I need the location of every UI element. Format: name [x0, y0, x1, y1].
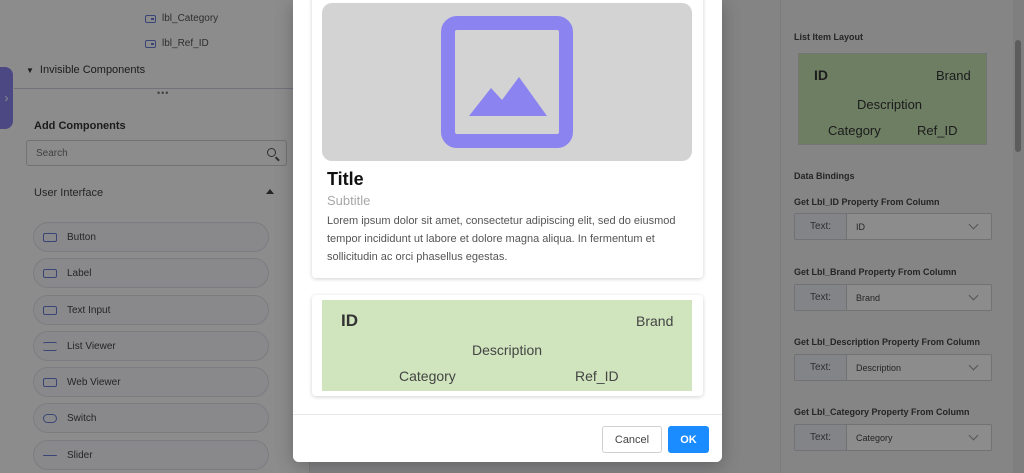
card2-description-label: Description — [472, 342, 543, 358]
card2-brand-label: Brand — [636, 313, 674, 329]
dialog-footer: Cancel OK — [293, 414, 722, 462]
card2-category-label: Category — [399, 368, 456, 384]
card-title: Title — [327, 169, 364, 189]
card-subtitle: Subtitle — [327, 193, 371, 208]
card-image-placeholder — [322, 3, 692, 161]
card-body-text: Lorem ipsum dolor sit amet, consectetur … — [327, 215, 676, 263]
card2-ref-id-label: Ref_ID — [575, 368, 619, 384]
card2-id-label: ID — [341, 311, 358, 330]
template-card-media[interactable]: Title Subtitle Lorem ipsum dolor sit ame… — [312, 0, 703, 278]
ok-button[interactable]: OK — [668, 426, 709, 453]
cancel-button[interactable]: Cancel — [602, 426, 662, 453]
template-card-custom[interactable]: ID Brand Description Category Ref_ID — [312, 295, 703, 396]
image-placeholder-icon — [441, 16, 573, 148]
custom-layout-preview: ID Brand Description Category Ref_ID — [322, 300, 692, 391]
list-item-template-dialog: Title Subtitle Lorem ipsum dolor sit ame… — [293, 0, 722, 462]
mountain-icon — [469, 77, 547, 116]
